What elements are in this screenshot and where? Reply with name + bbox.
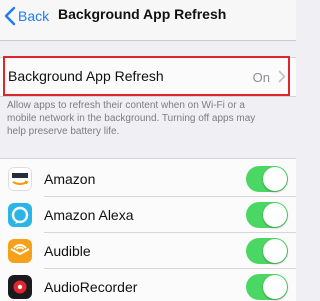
page-title: Background App Refresh xyxy=(58,6,227,22)
footer-note-line: Allow apps to refresh their content when… xyxy=(7,100,245,111)
app-name: Amazon Alexa xyxy=(44,207,134,223)
app-row-amazon: Amazon xyxy=(0,161,296,197)
footer-note-line: mobile network in the background. Turnin… xyxy=(7,113,256,124)
app-row-audible: Audible xyxy=(0,233,296,269)
app-row-audio-recorder: AudioRecorder xyxy=(0,269,296,301)
toggle-knob xyxy=(263,203,287,227)
app-name: Audible xyxy=(44,243,91,259)
footer-note-line: help preserve battery life. xyxy=(7,126,120,137)
amazon-alexa-refresh-toggle[interactable] xyxy=(246,202,288,228)
app-name: Amazon xyxy=(44,171,96,187)
audio-recorder-icon xyxy=(8,275,32,299)
chevron-left-icon xyxy=(4,6,16,26)
audio-recorder-refresh-toggle[interactable] xyxy=(246,274,288,300)
highlight-annotation xyxy=(3,56,290,96)
toggle-knob xyxy=(263,167,287,191)
app-name: AudioRecorder xyxy=(44,279,138,295)
settings-screen: Back Background App Refresh Background A… xyxy=(0,0,296,301)
section-footer-note: Allow apps to refresh their content when… xyxy=(7,99,293,138)
back-button[interactable]: Back xyxy=(4,4,49,28)
toggle-knob xyxy=(263,275,287,299)
amazon-icon xyxy=(8,167,32,191)
amazon-alexa-icon xyxy=(8,203,32,227)
app-list: Amazon Amazon Alexa Audible AudioRecorde… xyxy=(0,158,296,301)
back-label: Back xyxy=(18,8,50,24)
amazon-refresh-toggle[interactable] xyxy=(246,166,288,192)
audible-icon xyxy=(8,239,32,263)
toggle-knob xyxy=(263,239,287,263)
navigation-bar: Back Background App Refresh xyxy=(0,0,296,41)
app-row-amazon-alexa: Amazon Alexa xyxy=(0,197,296,233)
audible-refresh-toggle[interactable] xyxy=(246,238,288,264)
